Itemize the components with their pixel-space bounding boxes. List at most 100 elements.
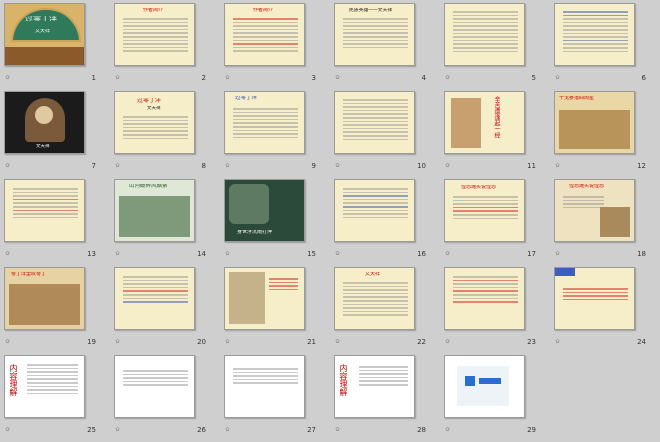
transition-icon: ✩: [225, 162, 231, 169]
scroll-image: [229, 272, 265, 324]
slide-thumbnail[interactable]: 惶恐滩头说惶恐 ✩ 18: [550, 176, 660, 265]
slide-thumbnail[interactable]: 惶恐滩头说惶恐 ✩ 17: [440, 176, 550, 265]
transition-icon: ✩: [115, 74, 121, 81]
slide-number: 20: [197, 338, 206, 346]
transition-icon: ✩: [5, 162, 11, 169]
transition-icon: ✩: [225, 74, 231, 81]
slide-thumbnail[interactable]: 干戈寥落四周星 ✩ 12: [550, 88, 660, 177]
transition-icon: ✩: [5, 74, 11, 81]
slide-title: 惶恐滩头说惶恐: [461, 185, 497, 190]
slide-title: 山河破碎风飘絮: [129, 184, 168, 189]
slide-number: 6: [641, 74, 646, 82]
slide-title: 零丁洋里叹零丁: [11, 272, 47, 277]
slide-thumbnail[interactable]: ✩ 5: [440, 0, 550, 89]
slide-thumbnail[interactable]: 过零丁洋 文天祥 ✩ 1: [0, 0, 110, 89]
slide-number: 10: [417, 162, 426, 170]
transition-icon: ✩: [335, 338, 341, 345]
slide-number: 22: [417, 338, 426, 346]
transition-icon: ✩: [555, 162, 561, 169]
slide-number: 7: [91, 162, 96, 170]
slide-number: 24: [637, 338, 646, 346]
slide-thumbnail[interactable]: ✩ 21: [220, 264, 330, 353]
slide-title: 作者简介: [143, 8, 164, 13]
slide-thumbnail[interactable]: 作者简介 ✩ 3: [220, 0, 330, 89]
transition-icon: ✩: [225, 426, 231, 433]
transition-icon: ✩: [335, 426, 341, 433]
slide-title: 内容理解: [339, 364, 348, 396]
transition-icon: ✩: [335, 250, 341, 257]
slide-number: 29: [527, 426, 536, 434]
slide-title: 过零丁洋: [137, 98, 162, 103]
slide-thumbnail[interactable]: ✩ 16: [330, 176, 440, 265]
slide-title: 辛苦遭逢起一经: [493, 96, 500, 138]
slide-number: 21: [307, 338, 316, 346]
slide-thumbnail[interactable]: ✩ 26: [110, 352, 220, 441]
slide-thumbnail[interactable]: ✩ 10: [330, 88, 440, 177]
slide-thumbnail[interactable]: 内容理解 ✩ 28: [330, 352, 440, 441]
slide-title: 内容理解: [9, 364, 18, 396]
painting-image: [9, 284, 80, 325]
slide-thumbnail[interactable]: 过零丁洋 文天祥 ✩ 8: [110, 88, 220, 177]
slide-thumbnail[interactable]: 民族英雄——文天祥 ✩ 4: [330, 0, 440, 89]
transition-icon: ✩: [115, 162, 121, 169]
slide-number: 16: [417, 250, 426, 258]
slide-title: 身世浮沉雨打萍: [237, 230, 273, 235]
slide-number: 3: [311, 74, 316, 82]
slide-number: 14: [197, 250, 206, 258]
slide-number: 19: [87, 338, 96, 346]
slide-number: 5: [531, 74, 536, 82]
transition-icon: ✩: [445, 74, 451, 81]
lotus-image: [229, 184, 269, 224]
slide-thumbnail[interactable]: ✩ 27: [220, 352, 330, 441]
slide-subtitle: 文天祥: [35, 29, 51, 34]
transition-icon: ✩: [555, 338, 561, 345]
slide-title: 惶恐滩头说惶恐: [569, 184, 605, 189]
transition-icon: ✩: [555, 250, 561, 257]
transition-icon: ✩: [115, 250, 121, 257]
slide-number: 1: [91, 74, 96, 82]
slide-thumbnail[interactable]: ✩ 6: [550, 0, 660, 89]
slide-thumbnail[interactable]: ✩ 23: [440, 264, 550, 353]
slide-thumbnail[interactable]: 身世浮沉雨打萍 ✩ 15: [220, 176, 330, 265]
transition-icon: ✩: [115, 338, 121, 345]
slide-thumbnail[interactable]: 山河破碎风飘絮 ✩ 14: [110, 176, 220, 265]
transition-icon: ✩: [335, 162, 341, 169]
slide-title: 干戈寥落四周星: [559, 96, 595, 101]
transition-icon: ✩: [445, 338, 451, 345]
transition-icon: ✩: [5, 250, 11, 257]
slide-thumbnail[interactable]: 零丁洋里叹零丁 ✩ 19: [0, 264, 110, 353]
slide-thumbnail[interactable]: ✩ 13: [0, 176, 110, 265]
slide-title: 过零丁洋: [235, 96, 258, 101]
transition-icon: ✩: [225, 338, 231, 345]
landscape-image: [119, 196, 190, 237]
slide-title: 民族英雄——文天祥: [349, 8, 393, 13]
slide-number: 12: [637, 162, 646, 170]
slide-thumbnail[interactable]: 辛苦遭逢起一经 ✩ 11: [440, 88, 550, 177]
slide-thumbnail[interactable]: 过零丁洋 ✩ 9: [220, 88, 330, 177]
slide-number: 26: [197, 426, 206, 434]
slide-caption: 文天祥: [36, 144, 50, 149]
slide-title: 过零丁洋: [25, 16, 57, 21]
transition-icon: ✩: [5, 338, 11, 345]
slide-title: 作者简介: [253, 8, 274, 13]
slide-thumbnail[interactable]: ✩ 29: [440, 352, 550, 441]
slide-number: 2: [201, 74, 206, 82]
slide-title: 文天祥: [365, 272, 381, 277]
painting-image: [600, 207, 630, 237]
slide-thumbnail[interactable]: 作者简介 ✩ 2: [110, 0, 220, 89]
transition-icon: ✩: [555, 74, 561, 81]
slide-thumbnail[interactable]: ✩ 20: [110, 264, 220, 353]
slide-thumbnail[interactable]: 文天祥 ✩ 22: [330, 264, 440, 353]
transition-icon: ✩: [445, 250, 451, 257]
logo-image: [457, 366, 509, 406]
slide-number: 4: [421, 74, 426, 82]
slide-subtitle: 文天祥: [147, 106, 161, 111]
slide-number: 9: [311, 162, 316, 170]
slide-thumbnail[interactable]: 内容理解 ✩ 25: [0, 352, 110, 441]
slide-number: 15: [307, 250, 316, 258]
painting-image: [559, 110, 630, 149]
transition-icon: ✩: [445, 162, 451, 169]
transition-icon: ✩: [115, 426, 121, 433]
slide-thumbnail[interactable]: 文天祥 ✩ 7: [0, 88, 110, 177]
slide-thumbnail[interactable]: ✩ 24: [550, 264, 660, 353]
